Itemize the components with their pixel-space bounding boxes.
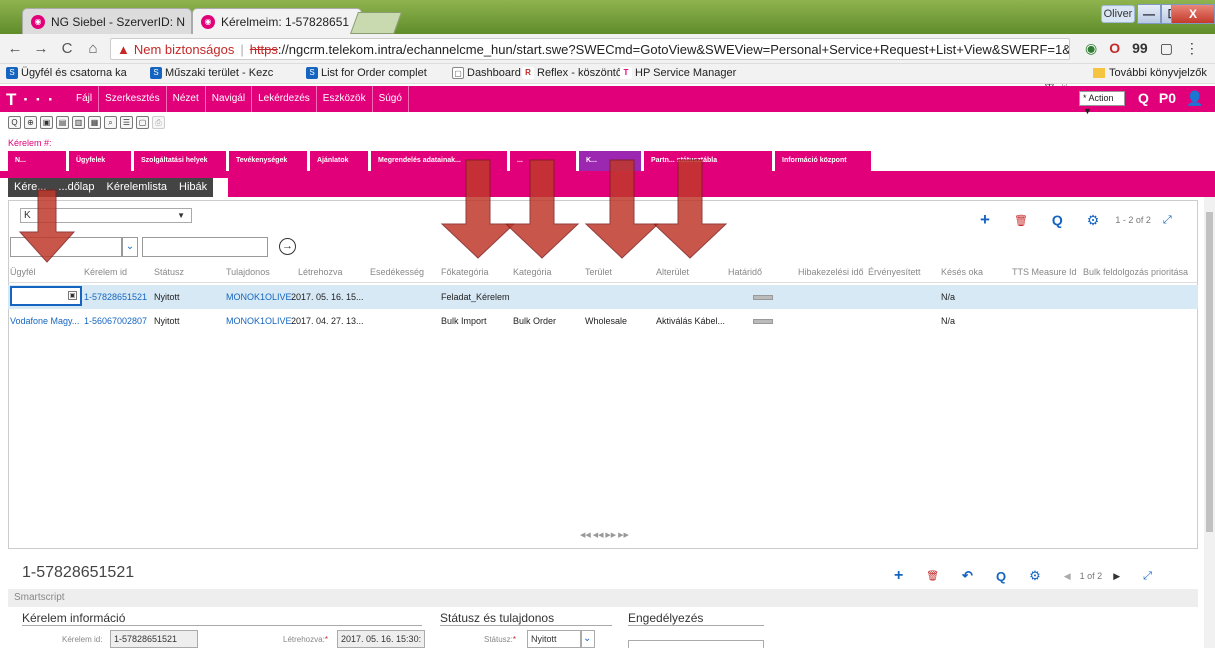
form-record-count: 1 of 2 bbox=[1079, 571, 1103, 581]
statusz-label-text: Státusz: bbox=[484, 635, 513, 644]
required-marker: * bbox=[324, 635, 328, 644]
annotation-arrow-ugyfel bbox=[18, 189, 76, 263]
section-statusz-tulajdonos: Státusz és tulajdonos bbox=[440, 611, 612, 626]
annotation-arrow-fokategoria bbox=[440, 159, 516, 259]
smartscript-bar bbox=[8, 589, 1198, 607]
annotation-arrow-alterulet bbox=[652, 159, 728, 259]
kerelem-id-field[interactable]: 1-57828651521 bbox=[110, 630, 198, 648]
form-toolbar: + 🗑 ↶ Q ⚙ ◀ 1 of 2 ▶ ⤢ bbox=[894, 567, 1152, 585]
delete-icon[interactable]: 🗑 bbox=[926, 571, 939, 582]
form-record-title: 1-57828651521 bbox=[22, 564, 135, 581]
kerelem-id-label: Kérelem id: bbox=[62, 635, 103, 644]
smartscript-link[interactable]: Smartscript bbox=[14, 592, 65, 603]
search-icon[interactable]: Q bbox=[996, 569, 1006, 584]
statusz-select[interactable]: Nyitott bbox=[527, 630, 581, 648]
letrehozva-label-text: Létrehozva: bbox=[283, 635, 325, 644]
add-icon[interactable]: + bbox=[894, 567, 903, 585]
letrehozva-field[interactable]: 2017. 05. 16. 15:30: bbox=[337, 630, 425, 648]
chevron-down-icon[interactable]: ⌄ bbox=[581, 630, 595, 648]
required-marker: * bbox=[512, 635, 517, 644]
expand-icon[interactable]: ⤢ bbox=[1143, 570, 1152, 583]
engedelyezes-field[interactable] bbox=[628, 640, 764, 648]
section-kerelem-informacio: Kérelem információ bbox=[22, 611, 422, 626]
statusz-label: Státusz:* bbox=[484, 635, 516, 644]
gear-icon[interactable]: ⚙ bbox=[1029, 568, 1041, 584]
browser-window: ◉ NG Siebel - SzerverID: N × ◉ Kérelmeim… bbox=[0, 0, 1215, 648]
undo-icon[interactable]: ↶ bbox=[962, 568, 973, 584]
annotation-arrows bbox=[18, 159, 728, 263]
section-engedelyezes: Engedélyezés bbox=[628, 611, 764, 626]
letrehozva-label: Létrehozva:* bbox=[283, 635, 328, 644]
prev-record-icon[interactable]: ◀ bbox=[1064, 571, 1071, 582]
annotation-arrow-terulet bbox=[584, 159, 660, 259]
annotation-arrow-kategoria bbox=[504, 159, 580, 259]
next-record-icon[interactable]: ▶ bbox=[1113, 571, 1120, 582]
